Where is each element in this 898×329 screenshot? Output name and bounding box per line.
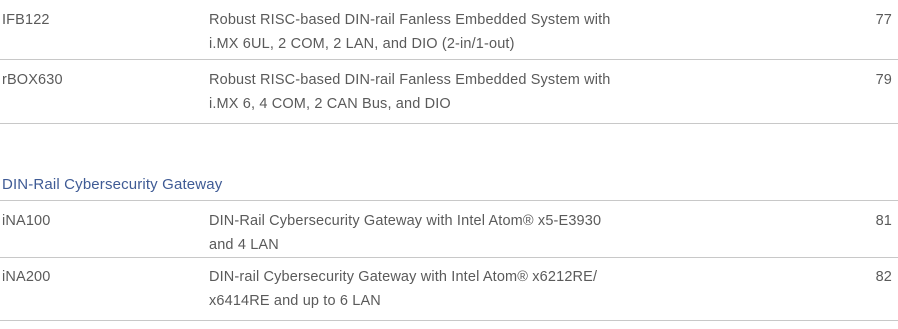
table-row: rBOX630 Robust RISC-based DIN-rail Fanle…: [0, 60, 898, 124]
table-row: IFB122 Robust RISC-based DIN-rail Fanles…: [0, 0, 898, 60]
page-number: 81: [875, 213, 892, 229]
product-description: DIN-Rail Cybersecurity Gateway with Inte…: [209, 209, 789, 257]
description-line: i.MX 6, 4 COM, 2 CAN Bus, and DIO: [209, 96, 451, 112]
model-name: iNA100: [2, 213, 51, 229]
page-number: 77: [875, 12, 892, 28]
product-description: DIN-rail Cybersecurity Gateway with Inte…: [209, 265, 789, 313]
page-number: 79: [875, 72, 892, 88]
description-line: DIN-Rail Cybersecurity Gateway with Inte…: [209, 213, 602, 229]
model-name: iNA200: [2, 269, 51, 285]
section-heading: DIN-Rail Cybersecurity Gateway: [2, 176, 223, 193]
model-name: rBOX630: [2, 72, 63, 88]
description-line: Robust RISC-based DIN-rail Fanless Embed…: [209, 12, 611, 28]
description-line: x6414RE and up to 6 LAN: [209, 293, 381, 309]
product-description: Robust RISC-based DIN-rail Fanless Embed…: [209, 8, 789, 56]
description-line: i.MX 6UL, 2 COM, 2 LAN, and DIO (2-in/1-…: [209, 36, 515, 52]
description-line: DIN-rail Cybersecurity Gateway with Inte…: [209, 269, 598, 285]
model-name: IFB122: [2, 12, 50, 28]
description-line: Robust RISC-based DIN-rail Fanless Embed…: [209, 72, 611, 88]
table-row: iNA200 DIN-rail Cybersecurity Gateway wi…: [0, 257, 898, 321]
description-line: and 4 LAN: [209, 237, 279, 253]
table-row: iNA100 DIN-Rail Cybersecurity Gateway wi…: [0, 200, 898, 258]
page-number: 82: [875, 269, 892, 285]
product-description: Robust RISC-based DIN-rail Fanless Embed…: [209, 68, 789, 116]
